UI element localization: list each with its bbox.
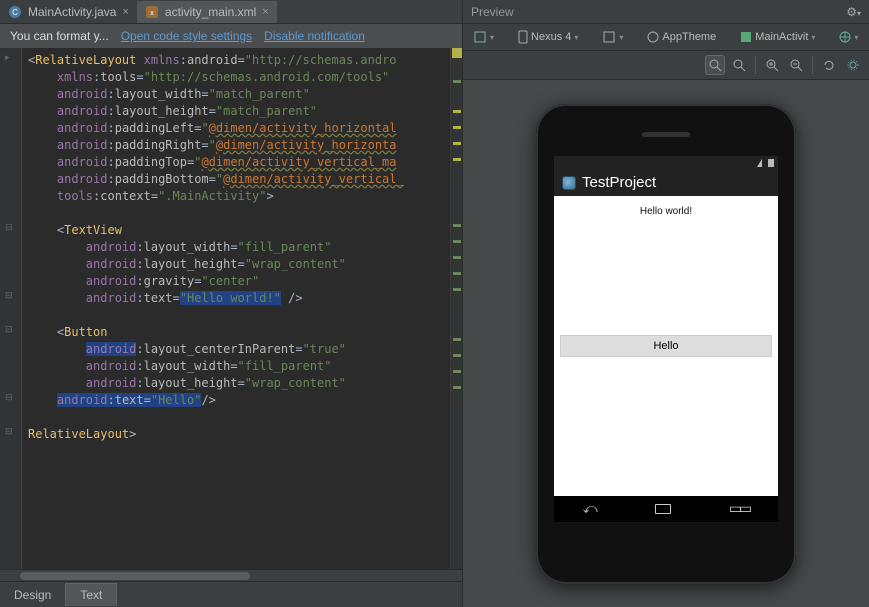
zoom-icon (732, 58, 746, 72)
tab-label: activity_main.xml (165, 5, 256, 19)
device-screen: TestProject Hello world! Hello ⤺ ▭▭ (554, 156, 778, 522)
settings-button[interactable] (843, 55, 863, 75)
text-view: Hello world! (554, 196, 778, 217)
locale-selector[interactable]: ▾ (835, 29, 862, 45)
navigation-bar: ⤺ ▭▭ (554, 496, 778, 522)
app-content: Hello world! Hello (554, 196, 778, 496)
editor-gutter: ▸ ⊟ ⊟ ⊟ ⊟ ⊟ (0, 48, 22, 569)
activity-label: MainActivit (755, 31, 808, 43)
layout-editor-mode-tabs: Design Text (0, 581, 462, 607)
preview-toolbar-1: ▾ Nexus 4▾ ▾ AppTheme MainActivit▾ (463, 24, 869, 51)
refresh-icon (822, 58, 836, 72)
editor-notification-bar: You can format y... Open code style sett… (0, 24, 462, 48)
app-icon (562, 176, 576, 190)
close-icon[interactable]: × (262, 6, 268, 18)
disable-notification-link[interactable]: Disable notification (264, 29, 365, 43)
home-icon[interactable] (655, 504, 671, 514)
zoom-to-fit-button[interactable] (705, 55, 725, 75)
orientation-icon (602, 30, 616, 44)
tab-activity-main-xml[interactable]: x activity_main.xml × (137, 1, 277, 23)
app-button[interactable]: Hello (560, 335, 772, 357)
zoom-actual-button[interactable] (729, 55, 749, 75)
orientation-button[interactable]: ▾ (598, 28, 627, 46)
preview-canvas: TestProject Hello world! Hello ⤺ ▭▭ (463, 80, 869, 607)
xml-file-icon: x (145, 5, 159, 19)
editor-marker-bar (450, 48, 462, 569)
zoom-in-button[interactable] (762, 55, 782, 75)
preview-toolbar-2 (463, 51, 869, 80)
close-icon[interactable]: × (122, 6, 128, 18)
status-bar (554, 156, 778, 170)
tab-main-activity-java[interactable]: C MainActivity.java × (0, 1, 137, 23)
device-frame: TestProject Hello world! Hello ⤺ ▭▭ (536, 104, 796, 584)
device-label: Nexus 4 (531, 31, 571, 43)
theme-label: AppTheme (662, 31, 716, 43)
svg-text:C: C (12, 8, 18, 17)
text-tab[interactable]: Text (65, 583, 117, 606)
design-tab[interactable]: Design (0, 584, 65, 606)
preview-header: Preview ⚙▾ (463, 0, 869, 24)
editor-horizontal-scrollbar[interactable] (0, 569, 462, 581)
preview-title: Preview (471, 5, 514, 19)
theme-selector[interactable]: AppTheme (643, 29, 720, 45)
device-icon (518, 30, 528, 44)
gear-icon[interactable]: ⚙▾ (846, 5, 861, 19)
zoom-out-button[interactable] (786, 55, 806, 75)
zoom-fit-icon (708, 58, 722, 72)
palette-icon (473, 30, 487, 44)
open-code-style-link[interactable]: Open code style settings (121, 29, 252, 43)
refresh-button[interactable] (819, 55, 839, 75)
code-editor[interactable]: <RelativeLayout xmlns:android="http://sc… (22, 48, 450, 569)
activity-selector[interactable]: MainActivit▾ (736, 29, 819, 45)
activity-icon (740, 31, 752, 43)
theme-icon (647, 31, 659, 43)
back-icon[interactable]: ⤺ (583, 500, 598, 517)
java-file-icon: C (8, 5, 22, 19)
app-title: TestProject (582, 174, 656, 191)
gear-icon (846, 58, 860, 72)
notification-message: You can format y... (10, 29, 109, 43)
globe-icon (839, 31, 851, 43)
editor-tabs: C MainActivity.java × x activity_main.xm… (0, 0, 462, 24)
device-selector[interactable]: Nexus 4▾ (514, 28, 582, 46)
tab-label: MainActivity.java (28, 5, 116, 19)
recents-icon[interactable]: ▭▭ (729, 500, 749, 517)
svg-text:x: x (150, 10, 154, 17)
action-bar: TestProject (554, 170, 778, 196)
zoom-out-icon (789, 58, 803, 72)
zoom-in-icon (765, 58, 779, 72)
render-config-button[interactable]: ▾ (469, 28, 498, 46)
